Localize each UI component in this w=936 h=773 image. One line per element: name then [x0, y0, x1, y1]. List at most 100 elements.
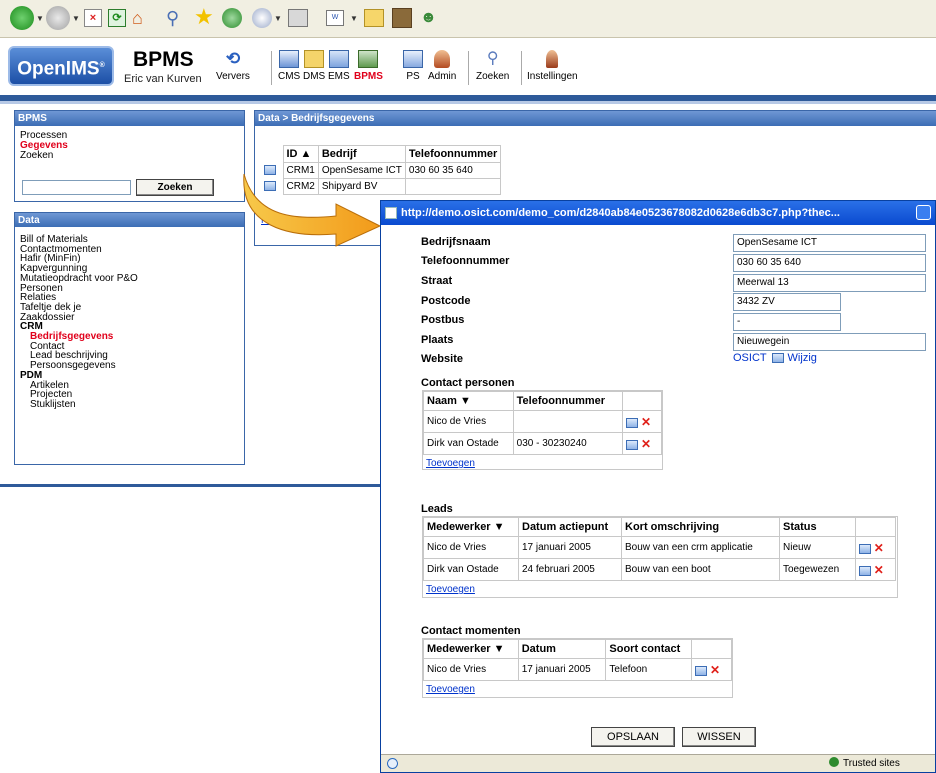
contacts-title: Contact personen — [421, 377, 515, 389]
nav-admin-label: Admin — [428, 71, 457, 82]
moments-title: Contact momenten — [421, 625, 521, 637]
label-postcode: Postcode — [421, 295, 471, 307]
menu-item-zoeken[interactable]: Zoeken — [20, 151, 239, 161]
history-icon[interactable] — [222, 8, 242, 28]
leads-title: Leads — [421, 503, 453, 515]
header-divider — [0, 101, 936, 104]
minimize-button[interactable] — [916, 205, 931, 220]
telefoonnummer-field[interactable]: 030 60 35 640 — [733, 254, 926, 272]
edit-icon[interactable] — [859, 565, 871, 576]
ems-icon — [328, 50, 349, 68]
word-icon[interactable]: W — [326, 10, 344, 26]
website-link[interactable]: OSICT — [733, 352, 766, 364]
edit-icon[interactable] — [772, 353, 785, 364]
actions-header — [691, 639, 732, 659]
edit-icon[interactable] — [626, 439, 639, 450]
edit-icon[interactable] — [859, 543, 871, 554]
search-button[interactable]: Zoeken — [136, 179, 214, 196]
plaats-field[interactable]: Nieuwegein — [733, 333, 926, 351]
data-item[interactable]: Zaakdossier — [20, 312, 239, 323]
folder-icon[interactable] — [364, 9, 384, 27]
edit-dropdown-icon[interactable]: ▼ — [350, 14, 358, 23]
forward-dropdown-icon[interactable]: ▼ — [72, 14, 80, 23]
home-icon[interactable]: ⌂ — [132, 8, 152, 28]
footer-divider — [0, 484, 385, 487]
data-item[interactable]: Persoonsgegevens — [20, 361, 239, 371]
nav-refresh[interactable]: ⟲ Ververs — [216, 50, 250, 83]
nav-separator — [521, 51, 522, 85]
cell-datum: 24 februari 2005 — [518, 558, 622, 581]
actions-header — [622, 391, 662, 411]
column-header-telefoon[interactable]: Telefoonnummer — [404, 145, 502, 163]
nav-settings[interactable]: Instellingen — [527, 50, 578, 82]
mail-icon[interactable] — [252, 8, 272, 28]
nav-ps[interactable]: PS — [403, 50, 423, 82]
nav-bpms[interactable]: BPMS — [354, 50, 383, 82]
column-header-id[interactable]: ID ▲ — [282, 145, 319, 163]
website-edit-link[interactable]: Wijzig — [788, 352, 817, 364]
column-header-naam[interactable]: Naam ▼ — [423, 391, 514, 411]
straat-field[interactable]: Meerwal 13 — [733, 274, 926, 292]
nav-separator — [468, 51, 469, 85]
column-header-bedrijf[interactable]: Bedrijf — [317, 145, 406, 163]
app-header: OpenIMS® BPMS Eric van Kurven ⟲ Ververs … — [0, 39, 936, 95]
postbus-field[interactable]: - — [733, 313, 841, 331]
edit-icon[interactable] — [626, 417, 639, 428]
nav-ems-label: EMS — [328, 71, 350, 82]
cell-name: Nico de Vries — [423, 410, 514, 433]
table-header-row: Naam ▼ Telefoonnummer — [423, 391, 662, 411]
print-icon[interactable] — [288, 9, 308, 27]
data-item[interactable]: Stuklijsten — [20, 400, 239, 410]
favorites-icon[interactable]: ★ — [194, 6, 216, 28]
column-header-datum[interactable]: Datum — [517, 639, 607, 659]
column-header-soort[interactable]: Soort contact — [605, 639, 693, 659]
column-header-omschrijving[interactable]: Kort omschrijving — [621, 517, 780, 537]
delete-icon[interactable]: ✕ — [874, 563, 884, 577]
browser-toolbar: ▼ ▼ × ⟳ ⌂ ⚲ ★ ▼ W ▼ ☻ — [0, 0, 936, 38]
cell-omschrijving: Bouw van een boot — [621, 558, 780, 581]
postcode-field[interactable]: 3432 ZV — [733, 293, 841, 311]
messenger-icon[interactable]: ☻ — [420, 8, 442, 28]
reload-icon[interactable]: ⟳ — [108, 9, 126, 27]
column-header-status[interactable]: Status — [779, 517, 856, 537]
add-moment-link[interactable]: Toevoegen — [426, 684, 475, 695]
bedrijfsnaam-field[interactable]: OpenSesame ICT — [733, 234, 926, 252]
forward-icon[interactable] — [46, 6, 70, 30]
delete-icon[interactable]: ✕ — [641, 415, 651, 429]
nav-admin[interactable]: Admin — [428, 50, 456, 82]
cell-status: Toegewezen — [779, 558, 856, 581]
mail-dropdown-icon[interactable]: ▼ — [274, 14, 282, 23]
table-header-row: Medewerker ▼ Datum actiepunt Kort omschr… — [423, 517, 896, 537]
delete-icon[interactable]: ✕ — [641, 437, 651, 451]
nav-cms[interactable]: CMS — [278, 50, 300, 82]
column-header-datum[interactable]: Datum actiepunt — [518, 517, 622, 537]
search-icon[interactable]: ⚲ — [166, 8, 186, 28]
delete-icon[interactable]: ✕ — [710, 663, 720, 677]
cell-phone: 030 60 35 640 — [404, 162, 502, 179]
column-header-medewerker[interactable]: Medewerker ▼ — [423, 517, 519, 537]
delete-icon[interactable]: ✕ — [874, 541, 884, 555]
nav-dms[interactable]: DMS — [303, 50, 325, 82]
nav-settings-label: Instellingen — [527, 71, 578, 82]
back-icon[interactable] — [10, 6, 34, 30]
table-row: Nico de Vries 17 januari 2005 Bouw van e… — [423, 536, 896, 559]
add-lead-link[interactable]: Toevoegen — [426, 584, 475, 595]
back-dropdown-icon[interactable]: ▼ — [36, 14, 44, 23]
clear-button[interactable]: WISSEN — [682, 727, 756, 747]
cell-status: Nieuw — [779, 536, 856, 559]
edit-icon[interactable] — [695, 665, 708, 676]
search-input[interactable] — [22, 180, 131, 195]
stop-icon[interactable]: × — [84, 9, 102, 27]
column-header-telefoonnummer[interactable]: Telefoonnummer — [512, 391, 624, 411]
bpms-panel: BPMS Processen Gegevens Zoeken Zoeken — [14, 110, 245, 202]
column-header-medewerker[interactable]: Medewerker ▼ — [423, 639, 519, 659]
nav-search[interactable]: ⚲ Zoeken — [476, 50, 509, 82]
research-icon[interactable] — [392, 8, 412, 28]
add-contact-link[interactable]: Toevoegen — [426, 458, 475, 469]
trusted-sites-icon — [829, 757, 839, 767]
nav-separator — [271, 51, 272, 85]
save-button[interactable]: OPSLAAN — [591, 727, 675, 747]
nav-ems[interactable]: EMS — [328, 50, 350, 82]
label-telefoonnummer: Telefoonnummer — [421, 255, 510, 267]
nav-cms-label: CMS — [278, 71, 301, 82]
